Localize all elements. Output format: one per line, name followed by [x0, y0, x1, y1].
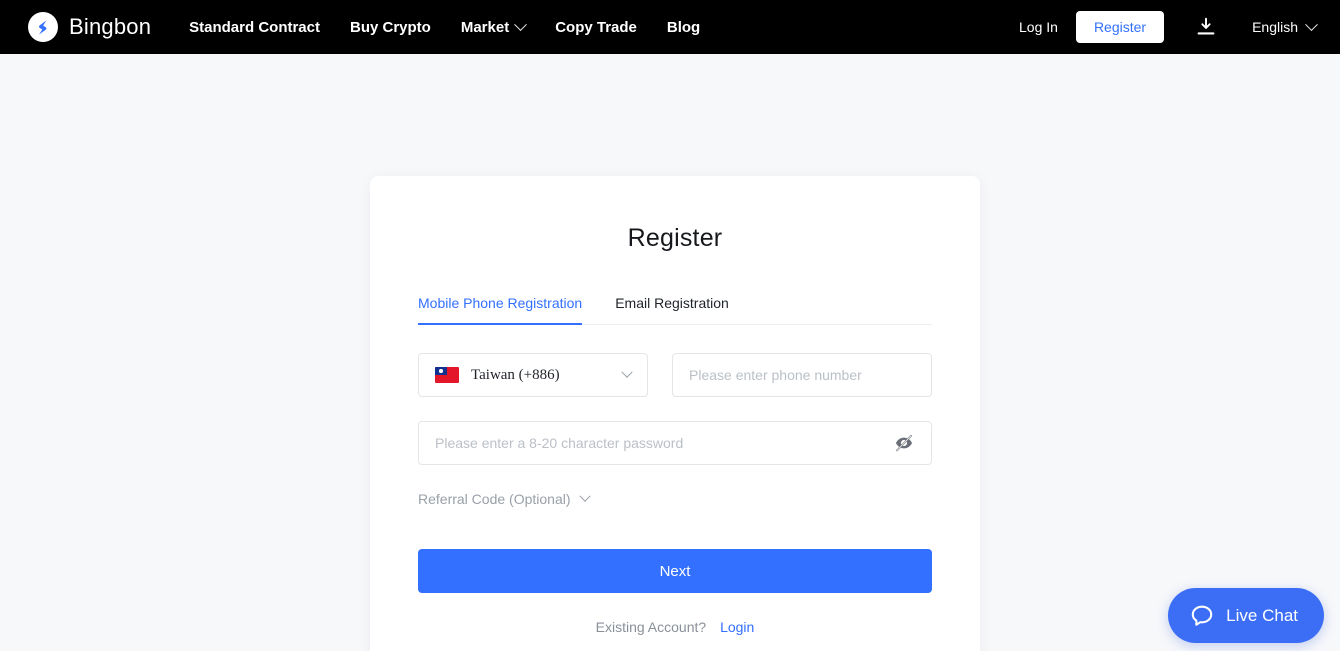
page-title: Register	[627, 224, 723, 252]
live-chat-button[interactable]: Live Chat	[1168, 588, 1324, 643]
nav-link-label: Buy Crypto	[350, 18, 431, 36]
top-navbar: Bingbon Standard Contract Buy Crypto Mar…	[0, 0, 1340, 54]
country-code-select[interactable]: Taiwan (+886)	[418, 353, 648, 397]
brand-name: Bingbon	[69, 14, 152, 39]
nav-link-buy-crypto[interactable]: Buy Crypto	[350, 19, 431, 36]
phone-number-field[interactable]	[672, 353, 932, 397]
chevron-down-icon	[1305, 17, 1318, 31]
eye-off-icon[interactable]	[891, 430, 917, 456]
bingbon-logo-icon	[28, 12, 58, 42]
existing-account-text: Existing Account?	[595, 619, 707, 635]
nav-link-blog[interactable]: Blog	[667, 19, 700, 36]
nav-link-market[interactable]: Market	[460, 17, 528, 36]
tab-label: Mobile Phone Registration	[418, 295, 583, 311]
download-icon	[1197, 17, 1215, 35]
next-button[interactable]: Next	[418, 549, 932, 593]
tab-email-registration[interactable]: Email Registration	[615, 295, 729, 324]
nav-link-label: Standard Contract	[189, 18, 320, 36]
registration-tabs: Mobile Phone Registration Email Registra…	[418, 295, 932, 325]
referral-code-toggle[interactable]: Referral Code (Optional)	[418, 490, 591, 507]
tab-label: Email Registration	[615, 295, 729, 311]
nav-links: Standard Contract Buy Crypto Market Copy…	[189, 17, 700, 36]
login-link[interactable]: Login	[720, 619, 754, 635]
nav-link-label: Copy Trade	[555, 18, 637, 36]
nav-link-label: Blog	[666, 18, 701, 36]
phone-row: Taiwan (+886)	[418, 353, 932, 397]
password-input[interactable]	[435, 435, 883, 451]
taiwan-flag-icon	[435, 367, 459, 383]
chevron-down-icon	[514, 17, 528, 31]
tab-mobile-phone-registration[interactable]: Mobile Phone Registration	[418, 295, 583, 325]
nav-link-copy-trade[interactable]: Copy Trade	[555, 19, 637, 36]
existing-account-row: Existing Account? Login	[418, 619, 932, 635]
language-label: English	[1252, 19, 1298, 35]
page-body: Register Mobile Phone Registration Email…	[0, 54, 1340, 651]
chevron-down-icon	[578, 490, 591, 502]
register-card: Register Mobile Phone Registration Email…	[370, 176, 980, 651]
register-button[interactable]: Register	[1075, 11, 1165, 43]
chevron-down-icon	[621, 366, 633, 378]
country-code-value: Taiwan (+886)	[471, 366, 560, 383]
password-field[interactable]	[418, 421, 932, 465]
chat-bubble-icon	[1191, 605, 1213, 626]
phone-number-input[interactable]	[689, 367, 915, 383]
live-chat-label: Live Chat	[1226, 605, 1298, 625]
referral-code-label: Referral Code (Optional)	[418, 491, 571, 507]
language-selector[interactable]: English	[1252, 17, 1318, 35]
log-in-link[interactable]: Log In	[1001, 19, 1076, 35]
password-row	[418, 421, 932, 465]
brand-logo[interactable]: Bingbon	[28, 12, 151, 42]
nav-link-label: Market	[460, 18, 510, 36]
nav-link-standard-contract[interactable]: Standard Contract	[189, 19, 320, 36]
download-app-button[interactable]	[1186, 7, 1226, 47]
navbar-right-group: Log In Register English	[1001, 7, 1318, 47]
